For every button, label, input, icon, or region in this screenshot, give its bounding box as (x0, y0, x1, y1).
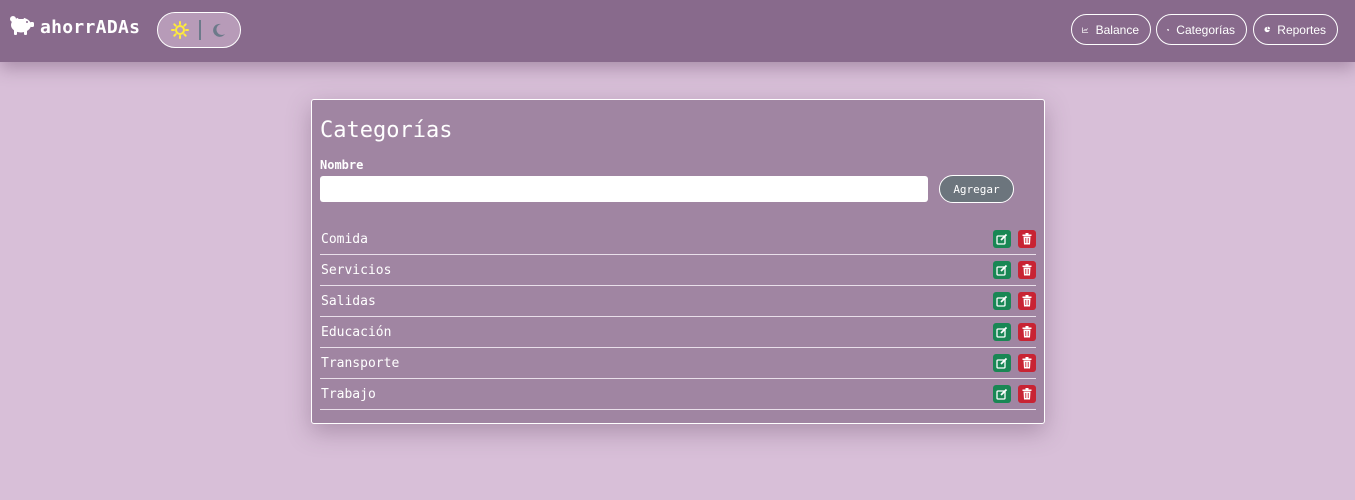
edit-icon (996, 388, 1008, 400)
row-actions (993, 385, 1036, 403)
add-category-button[interactable]: Agregar (939, 175, 1014, 203)
nav-reportes-label: Reportes (1277, 22, 1326, 37)
row-actions (993, 292, 1036, 310)
category-row: Salidas (320, 286, 1036, 317)
pie-chart-icon (1264, 26, 1271, 33)
nav-reportes-button[interactable]: Reportes (1253, 14, 1338, 45)
edit-icon (996, 233, 1008, 245)
delete-button[interactable] (1018, 261, 1036, 279)
category-name: Trabajo (321, 386, 376, 402)
navbar: ahorrADAs Balance Categorías Reportes (0, 0, 1355, 62)
trash-icon (1022, 326, 1032, 338)
category-row: Transporte (320, 348, 1036, 379)
trash-icon (1022, 357, 1032, 369)
edit-button[interactable] (993, 323, 1011, 341)
edit-button[interactable] (993, 292, 1011, 310)
edit-icon (996, 295, 1008, 307)
piggy-bank-icon (8, 14, 34, 40)
category-name: Transporte (321, 355, 400, 371)
page-title: Categorías (320, 118, 453, 143)
brand-title: ahorrADAs (40, 16, 141, 38)
row-actions (993, 230, 1036, 248)
nav-balance-button[interactable]: Balance (1071, 14, 1151, 45)
edit-icon (996, 326, 1008, 338)
row-actions (993, 354, 1036, 372)
category-list: Comida Servicios Salidas Educación Trans… (320, 224, 1036, 410)
category-name: Servicios (321, 262, 392, 278)
theme-toggle[interactable] (157, 12, 241, 48)
category-name: Educación (321, 324, 392, 340)
delete-button[interactable] (1018, 292, 1036, 310)
sun-icon[interactable] (171, 21, 189, 39)
tag-icon (1167, 28, 1170, 31)
row-actions (993, 323, 1036, 341)
nav-categorias-label: Categorías (1176, 22, 1235, 37)
brand[interactable]: ahorrADAs (8, 14, 140, 40)
delete-button[interactable] (1018, 323, 1036, 341)
edit-button[interactable] (993, 354, 1011, 372)
nav-balance-label: Balance (1095, 22, 1139, 37)
chart-line-icon (1082, 26, 1089, 33)
category-row: Servicios (320, 255, 1036, 286)
trash-icon (1022, 264, 1032, 276)
moon-icon[interactable] (211, 22, 227, 38)
category-name: Comida (321, 231, 368, 247)
nav-categorias-button[interactable]: Categorías (1156, 14, 1247, 45)
category-row: Trabajo (320, 379, 1036, 410)
trash-icon (1022, 233, 1032, 245)
edit-icon (996, 357, 1008, 369)
toggle-divider (199, 20, 201, 40)
delete-button[interactable] (1018, 354, 1036, 372)
name-label: Nombre (320, 158, 364, 172)
edit-button[interactable] (993, 261, 1011, 279)
edit-button[interactable] (993, 230, 1011, 248)
categories-card: Categorías Nombre Agregar Comida Servici… (311, 99, 1045, 424)
category-row: Comida (320, 224, 1036, 255)
trash-icon (1022, 388, 1032, 400)
category-name-input[interactable] (320, 176, 928, 202)
category-name: Salidas (321, 293, 376, 309)
category-row: Educación (320, 317, 1036, 348)
edit-button[interactable] (993, 385, 1011, 403)
row-actions (993, 261, 1036, 279)
edit-icon (996, 264, 1008, 276)
trash-icon (1022, 295, 1032, 307)
delete-button[interactable] (1018, 385, 1036, 403)
delete-button[interactable] (1018, 230, 1036, 248)
